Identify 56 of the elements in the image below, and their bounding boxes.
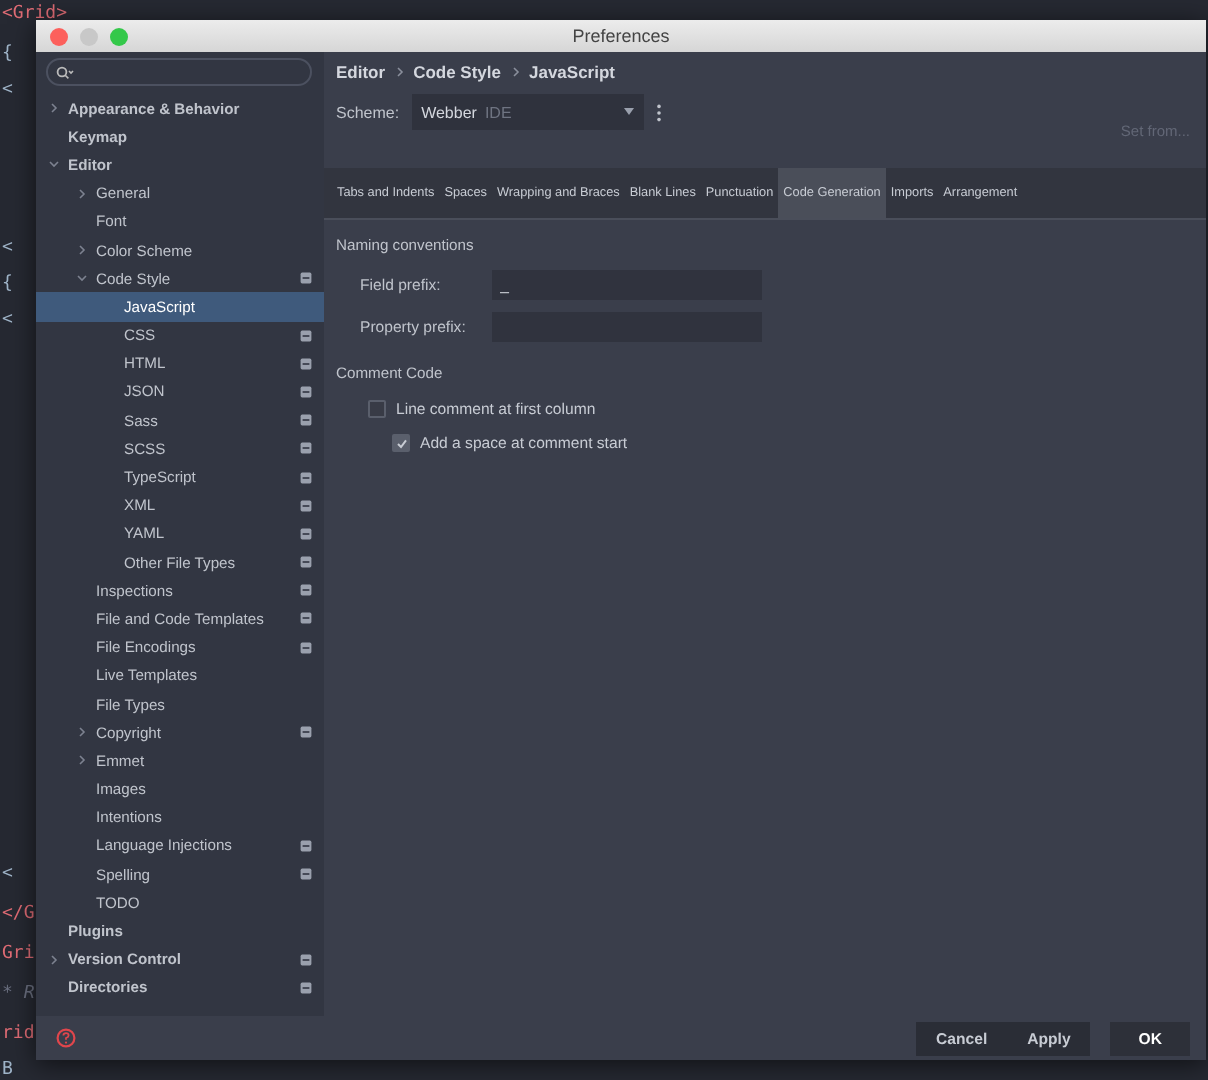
code-line: < — [2, 236, 13, 262]
project-icon — [300, 527, 312, 540]
project-icon — [300, 329, 312, 342]
checkbox[interactable] — [392, 434, 410, 452]
project-icon — [300, 272, 312, 285]
project-icon — [300, 442, 312, 455]
checkbox[interactable] — [368, 400, 386, 418]
code-line: </G — [2, 902, 35, 928]
project-icon — [300, 641, 312, 654]
caret-icon — [623, 108, 634, 116]
code-line: * R — [2, 982, 35, 1008]
code-line: < — [2, 308, 13, 334]
search-field[interactable] — [46, 58, 312, 86]
breadcrumb-item: Editor — [336, 62, 386, 82]
scheme-dropdown[interactable]: Webber IDE — [411, 94, 644, 130]
code-line: < — [2, 78, 13, 104]
code-line: { — [2, 272, 13, 298]
window-title: Preferences — [572, 26, 670, 46]
chevron-right-icon[interactable] — [48, 102, 60, 115]
project-icon — [300, 726, 312, 739]
project-icon — [300, 612, 312, 625]
project-icon — [300, 868, 312, 881]
project-icon — [300, 385, 312, 398]
code-line: < — [2, 862, 13, 888]
more-icon[interactable] — [655, 103, 662, 121]
project-icon — [300, 414, 312, 427]
project-icon — [300, 839, 312, 852]
project-icon — [300, 357, 312, 370]
chevron-right-icon — [395, 66, 404, 78]
chevron-right-icon — [511, 66, 519, 78]
code-line: rid — [2, 1022, 35, 1048]
chevron-down-icon[interactable] — [48, 158, 60, 171]
chevron-down-icon[interactable] — [76, 272, 88, 285]
chevron-right-icon[interactable] — [48, 953, 60, 966]
project-icon — [300, 556, 312, 569]
code-line: { — [2, 42, 13, 68]
close-button[interactable] — [50, 27, 68, 45]
search-icon — [56, 65, 74, 79]
project-icon — [300, 471, 312, 484]
scheme-label: Scheme: — [336, 103, 400, 121]
code-line: <Grid> — [2, 2, 68, 28]
chevron-right-icon[interactable] — [76, 726, 88, 739]
chevron-right-icon[interactable] — [76, 754, 88, 767]
project-icon — [300, 584, 312, 597]
project-icon — [300, 953, 312, 966]
code-line: B — [2, 1058, 13, 1080]
project-icon — [300, 499, 312, 512]
chevron-right-icon[interactable] — [76, 187, 88, 200]
input-field[interactable]: _ — [492, 270, 762, 300]
code-line: Gri — [2, 942, 35, 968]
breadcrumb-item: Code Style — [413, 62, 501, 82]
help-icon[interactable] — [56, 1028, 76, 1048]
breadcrumb-item: JavaScript — [529, 62, 615, 82]
zoom-button[interactable] — [110, 27, 128, 45]
chevron-right-icon[interactable] — [76, 244, 88, 257]
project-icon — [300, 981, 312, 994]
